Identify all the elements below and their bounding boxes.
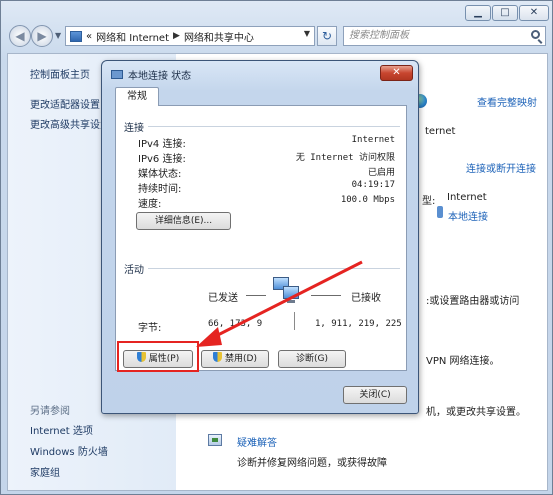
received-label: 已接收 xyxy=(351,293,381,304)
window-close-button[interactable]: ✕ xyxy=(519,5,549,21)
refresh-button[interactable]: ↻ xyxy=(317,26,337,46)
address-bar[interactable]: « 网络和 Internet ▶ 网络和共享中心 ▼ xyxy=(65,26,315,46)
search-icon[interactable] xyxy=(531,30,540,39)
internet-node-label: ternet xyxy=(425,126,456,137)
breadcrumb-overflow[interactable]: « xyxy=(86,31,92,42)
dialog-title: 本地连接 状态 xyxy=(128,71,192,82)
bytes-sent-value: 66, 173, 9 xyxy=(208,319,263,329)
sharing-text: 机，或更改共享设置。 xyxy=(426,407,526,418)
speed-value: 100.0 Mbps xyxy=(340,195,395,205)
window-caption: ▁ □ ✕ xyxy=(1,1,553,23)
duration-label: 持续时间: xyxy=(138,184,182,195)
computer-front-icon xyxy=(283,286,299,299)
troubleshoot-icon xyxy=(208,434,222,446)
divider xyxy=(148,126,400,127)
breadcrumb-network-internet[interactable]: 网络和 Internet xyxy=(96,29,169,44)
computer-stand-icon xyxy=(287,300,295,303)
control-panel-icon xyxy=(70,30,82,42)
divider xyxy=(148,268,400,269)
details-button[interactable]: 详细信息(E)... xyxy=(136,212,231,230)
media-state-value: 已启用 xyxy=(367,168,395,178)
annotation-highlight-box xyxy=(117,341,199,372)
internet-options-link[interactable]: Internet 选项 xyxy=(30,422,93,437)
vpn-text: VPN 网络连接。 xyxy=(426,356,500,367)
media-state-label: 媒体状态: xyxy=(138,169,182,180)
speed-label: 速度: xyxy=(138,199,162,210)
homegroup-link[interactable]: 家庭组 xyxy=(30,464,60,479)
navigation-bar: ◀ ▶ ▼ « 网络和 Internet ▶ 网络和共享中心 ▼ ↻ 搜索控制面… xyxy=(1,25,553,51)
uac-shield-icon xyxy=(213,352,223,362)
network-connection-icon xyxy=(110,67,123,80)
bytes-received-value: 1, 911, 219, 225 xyxy=(315,319,402,329)
local-connection-link[interactable]: 本地连接 xyxy=(448,208,488,223)
recent-pages-dropdown[interactable]: ▼ xyxy=(55,31,63,41)
disable-button[interactable]: 禁用(D) xyxy=(201,350,269,368)
connect-disconnect-link[interactable]: 连接或断开连接 xyxy=(466,160,536,175)
minimize-button[interactable]: ▁ xyxy=(465,5,491,21)
forward-button[interactable]: ▶ xyxy=(31,25,53,47)
ipv4-value: Internet xyxy=(351,135,395,145)
maximize-button[interactable]: □ xyxy=(492,5,518,21)
connection-bars-icon xyxy=(437,206,443,218)
troubleshoot-description: 诊断并修复网络问题，或获得故障 xyxy=(237,458,387,469)
bytes-label: 字节: xyxy=(138,323,162,334)
breadcrumb-separator-icon: ▶ xyxy=(173,31,180,41)
activity-section-title: 活动 xyxy=(124,265,144,276)
search-placeholder: 搜索控制面板 xyxy=(349,30,409,41)
troubleshoot-link[interactable]: 疑难解答 xyxy=(237,434,277,449)
dialog-close-button[interactable]: ✕ xyxy=(380,65,413,81)
ipv6-value: 无 Internet 访问权限 xyxy=(295,153,395,163)
change-advanced-sharing-link[interactable]: 更改高级共享设置 xyxy=(30,116,110,131)
ipv4-label: IPv4 连接: xyxy=(138,139,186,150)
access-type-value: Internet xyxy=(447,192,487,203)
view-full-map-link[interactable]: 查看完整映射 xyxy=(477,94,537,109)
control-panel-home-link[interactable]: 控制面板主页 xyxy=(30,66,90,81)
search-input[interactable]: 搜索控制面板 xyxy=(343,26,546,46)
connection-section-title: 连接 xyxy=(124,123,144,134)
tab-general[interactable]: 常规 xyxy=(115,87,159,106)
windows-firewall-link[interactable]: Windows 防火墙 xyxy=(30,443,108,458)
back-button[interactable]: ◀ xyxy=(9,25,31,47)
duration-value: 04:19:17 xyxy=(351,180,395,190)
sent-line xyxy=(246,295,266,296)
diagnose-button[interactable]: 诊断(G) xyxy=(278,350,346,368)
see-also-heading: 另请参阅 xyxy=(30,406,70,417)
received-line xyxy=(311,295,341,296)
close-button[interactable]: 关闭(C) xyxy=(343,386,407,404)
change-adapter-settings-link[interactable]: 更改适配器设置 xyxy=(30,96,100,111)
breadcrumb-sharing-center[interactable]: 网络和共享中心 xyxy=(184,29,254,44)
disable-button-label: 禁用(D) xyxy=(225,354,257,364)
address-dropdown-icon[interactable]: ▼ xyxy=(304,29,310,38)
sent-label: 已发送 xyxy=(208,293,238,304)
general-tab-panel: 连接 IPv4 连接: Internet IPv6 连接: 无 Internet… xyxy=(115,105,407,371)
setup-router-text: :或设置路由器或访问 xyxy=(426,296,520,307)
ipv6-label: IPv6 连接: xyxy=(138,154,186,165)
activity-divider xyxy=(294,312,295,330)
access-type-label: 型: xyxy=(422,196,436,207)
